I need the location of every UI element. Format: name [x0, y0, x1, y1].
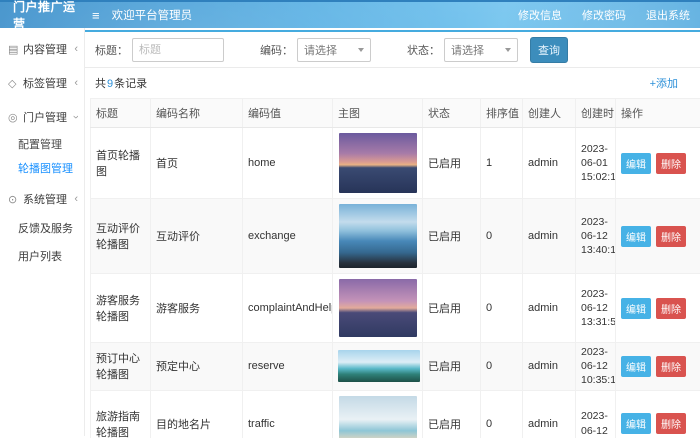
- table-row: 游客服务轮播图 游客服务 complaintAndHelp 已启用 0 admi…: [91, 274, 700, 343]
- sidebar-item-feedback-service[interactable]: 反馈及服务: [0, 214, 84, 242]
- sidebar-item-system-mgmt[interactable]: 系统管理 ‹: [0, 184, 84, 214]
- table-row: 预订中心轮播图 预定中心 reserve 已启用 0 admin 2023-06…: [91, 343, 700, 391]
- edit-button[interactable]: 编辑: [621, 226, 651, 247]
- carousel-table: 标题 编码名称 编码值 主图 状态 排序值 创建人 创建时间 操作 首页轮播图 …: [90, 98, 700, 438]
- status-label: 状态：: [407, 42, 440, 58]
- sunset-pier-photo: [339, 133, 417, 193]
- sidebar-nav: 内容管理 ‹ 标签管理 ‹ 门户管理 ‹ 配置管理 轮播图管理 系统管理 ‹ 反…: [0, 28, 85, 436]
- table-header-row: 标题 编码名称 编码值 主图 状态 排序值 创建人 创建时间 操作: [91, 99, 700, 128]
- delete-button[interactable]: 删除: [656, 413, 686, 434]
- aerial-beach-photo: [339, 396, 417, 438]
- col-main-image: 主图: [333, 99, 423, 128]
- logout-link[interactable]: 退出系统: [646, 7, 690, 23]
- status-badge: 已启用: [423, 128, 481, 199]
- col-status: 状态: [423, 99, 481, 128]
- status-badge: 已启用: [423, 390, 481, 438]
- code-select[interactable]: 请选择: [297, 38, 371, 62]
- sidebar-item-tag-mgmt[interactable]: 标签管理 ‹: [0, 68, 84, 98]
- chevron-left-icon: ‹: [74, 43, 78, 55]
- edit-info-link[interactable]: 修改信息: [518, 7, 562, 23]
- status-badge: 已启用: [423, 274, 481, 343]
- delete-button[interactable]: 删除: [656, 356, 686, 377]
- delete-button[interactable]: 删除: [656, 226, 686, 247]
- title-label: 标题：: [95, 42, 128, 58]
- welcome-text: 欢迎平台管理员: [112, 7, 193, 23]
- edit-button[interactable]: 编辑: [621, 356, 651, 377]
- caret-down-icon: [505, 48, 511, 52]
- sidebar-item-content-mgmt[interactable]: 内容管理 ‹: [0, 34, 84, 64]
- table-row: 首页轮播图 首页 home 已启用 1 admin 2023-06-01 15:…: [91, 128, 700, 199]
- col-created: 创建时间: [576, 99, 616, 128]
- code-label: 编码：: [260, 42, 293, 58]
- sidebar-item-carousel-mgmt[interactable]: 轮播图管理: [0, 156, 84, 180]
- col-code-value: 编码值: [243, 99, 333, 128]
- blue-sea-rocks-photo: [339, 204, 417, 268]
- beach-resort-photo: [338, 350, 420, 382]
- chevron-left-icon: ‹: [74, 193, 78, 205]
- table-row: 互动评价轮播图 互动评价 exchange 已启用 0 admin 2023-0…: [91, 199, 700, 274]
- topbar-links: 修改信息 修改密码 退出系统: [518, 7, 700, 23]
- search-panel: 标题： 编码： 请选择 状态： 请选择 查询: [85, 30, 700, 68]
- top-navbar: 门户推广运营 欢迎平台管理员 修改信息 修改密码 退出系统: [0, 0, 700, 28]
- caret-down-icon: [358, 48, 364, 52]
- col-creator: 创建人: [523, 99, 576, 128]
- chevron-down-icon: ‹: [70, 115, 82, 119]
- add-button[interactable]: +添加: [650, 75, 678, 91]
- sidebar-item-portal-mgmt[interactable]: 门户管理 ‹: [0, 102, 84, 132]
- sidebar-item-user-list[interactable]: 用户列表: [0, 242, 84, 270]
- sidebar-item-config-mgmt[interactable]: 配置管理: [0, 132, 84, 156]
- col-code-name: 编码名称: [151, 99, 243, 128]
- col-title: 标题: [91, 99, 151, 128]
- system-icon: [8, 193, 23, 206]
- query-button[interactable]: 查询: [530, 37, 568, 63]
- status-select[interactable]: 请选择: [444, 38, 518, 62]
- col-actions: 操作: [616, 99, 700, 128]
- edit-button[interactable]: 编辑: [621, 298, 651, 319]
- delete-button[interactable]: 删除: [656, 153, 686, 174]
- records-bar: 共9条记录 +添加: [85, 68, 700, 98]
- col-sort: 排序值: [481, 99, 523, 128]
- table-row: 旅游指南轮播图 目的地名片 traffic 已启用 0 admin 2023-0…: [91, 390, 700, 438]
- edit-password-link[interactable]: 修改密码: [582, 7, 626, 23]
- tag-icon: [8, 77, 23, 90]
- purple-sunset-photo: [339, 279, 417, 337]
- hamburger-menu-icon[interactable]: [86, 8, 106, 23]
- edit-button[interactable]: 编辑: [621, 153, 651, 174]
- app-logo: 门户推广运营: [0, 0, 86, 32]
- status-badge: 已启用: [423, 199, 481, 274]
- status-badge: 已启用: [423, 343, 481, 391]
- title-input[interactable]: [132, 38, 224, 62]
- main-content: 标题： 编码： 请选择 状态： 请选择 查询 共9条记录 +添加: [85, 28, 700, 436]
- delete-button[interactable]: 删除: [656, 298, 686, 319]
- edit-button[interactable]: 编辑: [621, 413, 651, 434]
- content-icon: [8, 43, 23, 56]
- portal-icon: [8, 111, 23, 124]
- chevron-left-icon: ‹: [74, 77, 78, 89]
- records-count-text: 共9条记录: [95, 75, 147, 91]
